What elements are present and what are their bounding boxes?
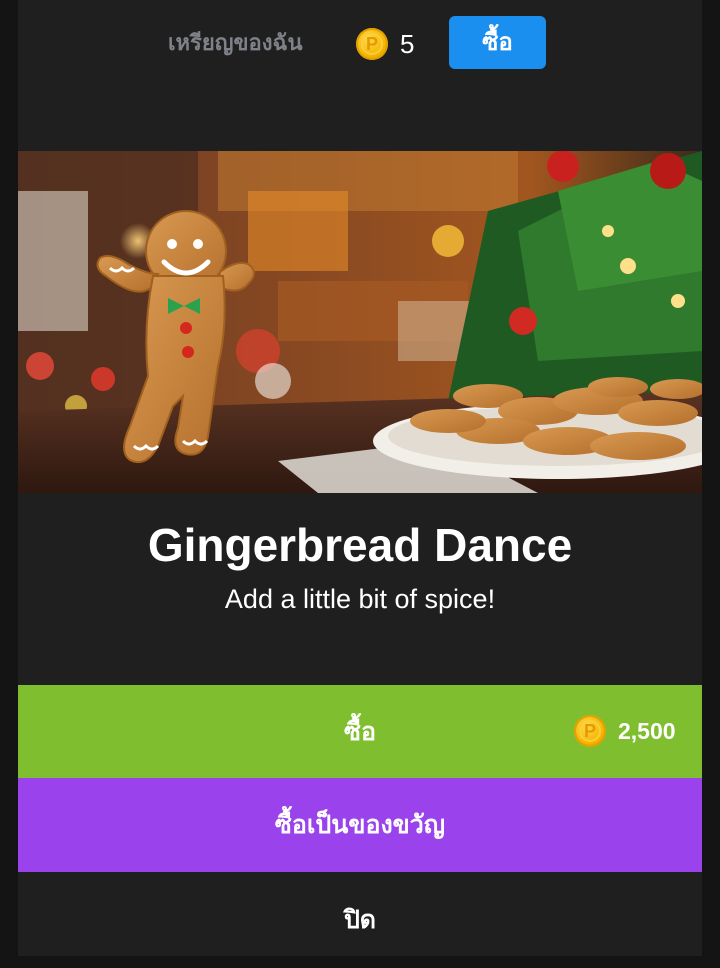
- product-subtitle: Add a little bit of spice!: [224, 584, 496, 614]
- coin-icon: P: [356, 28, 388, 60]
- coins-header: เหรียญของฉัน P 5 ซื้อ: [18, 0, 702, 90]
- buy-coins-button[interactable]: ซื้อ: [449, 16, 546, 69]
- coins-balance: 5: [400, 29, 415, 59]
- purchase-sheet: เหรียญของฉัน P 5 ซื้อ Gingerbread Dance …: [18, 0, 702, 956]
- backdrop-right: [702, 0, 720, 956]
- price-coin-icon: P: [574, 715, 606, 747]
- close-button[interactable]: ปิด: [18, 872, 702, 956]
- buy-as-gift-button[interactable]: ซื้อเป็นของขวัญ: [18, 778, 702, 872]
- backdrop-left: [0, 0, 18, 956]
- my-coins-label: เหรียญของฉัน: [168, 31, 303, 56]
- product-image: [18, 151, 702, 493]
- product-title: Gingerbread Dance: [147, 519, 573, 571]
- price-value: 2,500: [618, 718, 676, 744]
